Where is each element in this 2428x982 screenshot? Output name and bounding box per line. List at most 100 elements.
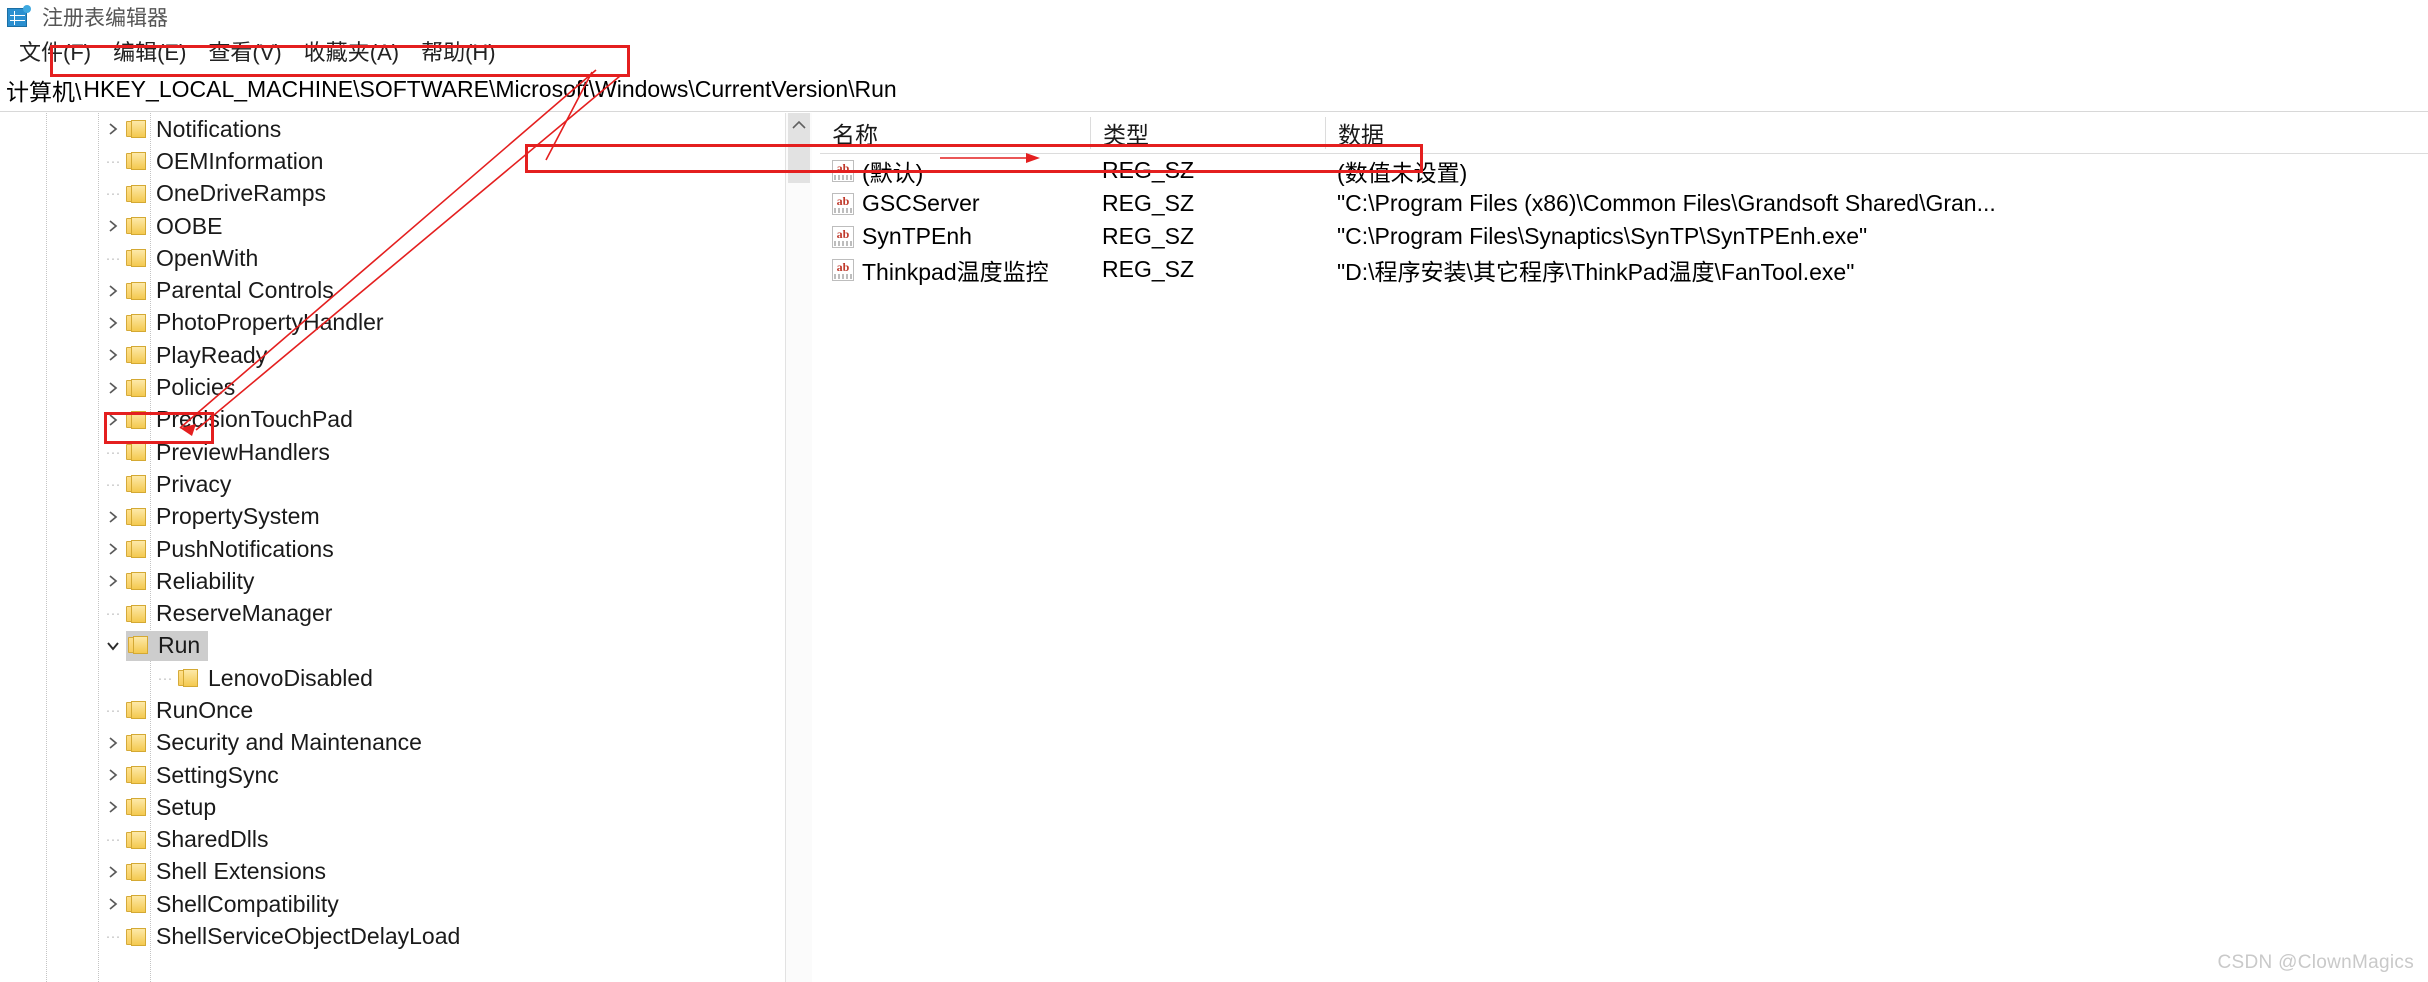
tree-item-run[interactable]: Run [0,630,812,662]
column-header-name[interactable]: 名称 [820,117,1090,149]
tree-item-oobe[interactable]: OOBE [0,210,812,242]
chevron-right-icon[interactable] [100,315,126,331]
address-bar[interactable]: 计算机\ HKEY_LOCAL_MACHINE\SOFTWARE\Microso… [0,68,2428,112]
pane-splitter[interactable] [813,113,819,982]
tree-item-content[interactable]: LenovoDisabled [178,665,373,692]
tree-item-content[interactable]: ShellServiceObjectDelayLoad [126,923,460,950]
chevron-right-icon[interactable] [100,735,126,751]
chevron-right-icon[interactable] [100,412,126,428]
value-name-cell[interactable]: ab SynTPEnh [820,223,1090,250]
tree-item-photopropertyhandler[interactable]: PhotoPropertyHandler [0,307,812,339]
tree-item-lenovodisabled[interactable]: ··· LenovoDisabled [0,662,812,694]
menu-item-favorites[interactable]: 收藏夹(A) [293,35,410,67]
table-row[interactable]: ab SynTPEnh REG_SZ "C:\Program Files\Synapt… [820,220,2428,253]
tree-item-playready[interactable]: PlayReady [0,339,812,371]
tree-item-runonce[interactable]: ··· RunOnce [0,694,812,726]
tree-item-content[interactable]: Shell Extensions [126,858,326,885]
table-row[interactable]: ab Thinkpad温度监控 REG_SZ "D:\程序安装\其它程序\ThinkP… [820,253,2428,286]
tree-item-parental-controls[interactable]: Parental Controls [0,274,812,306]
chevron-down-icon[interactable] [100,640,126,652]
tree-guide-stub: ··· [105,443,121,461]
chevron-right-icon[interactable] [100,509,126,525]
value-data-cell: "C:\Program Files (x86)\Common Files\Gra… [1337,190,1996,216]
registry-tree-pane[interactable]: Notifications ··· OEMInformation ··· OneDriv… [0,113,812,982]
table-row[interactable]: ab (默认) REG_SZ (数值未设置) [820,154,2428,187]
tree-item-settingsync[interactable]: SettingSync [0,759,812,791]
chevron-right-icon[interactable] [100,767,126,783]
column-header-data[interactable]: 数据 [1325,117,2428,149]
tree-vertical-scrollbar[interactable] [785,113,812,982]
tree-item-policies[interactable]: Policies [0,371,812,403]
tree-item-content[interactable]: Security and Maintenance [126,729,422,756]
tree-item-content[interactable]: Setup [126,794,216,821]
chevron-right-icon[interactable] [100,541,126,557]
tree-item-propertysystem[interactable]: PropertySystem [0,501,812,533]
tree-item-content[interactable]: PlayReady [126,342,267,369]
table-row[interactable]: ab GSCServer REG_SZ "C:\Program Files (x86)… [820,187,2428,220]
tree-item-content[interactable]: PrecisionTouchPad [126,406,353,433]
tree-item-notifications[interactable]: Notifications [0,113,812,145]
registry-values-pane[interactable]: 名称 类型 数据 ab (默认) REG_SZ (数值未设置) ab GSCServer R… [820,113,2428,982]
folder-icon [126,798,147,817]
chevron-right-icon[interactable] [100,283,126,299]
tree-item-content[interactable]: PropertySystem [126,503,320,530]
tree-item-setup[interactable]: Setup [0,791,812,823]
registry-values-list[interactable]: ab (默认) REG_SZ (数值未设置) ab GSCServer REG_SZ "C:\… [820,154,2428,286]
address-path[interactable]: HKEY_LOCAL_MACHINE\SOFTWARE\Microsoft\Wi… [81,76,896,103]
folder-icon [126,249,147,268]
tree-item-shellcompatibility[interactable]: ShellCompatibility [0,888,812,920]
chevron-right-icon[interactable] [100,380,126,396]
menu-item-help[interactable]: 帮助(H) [410,35,507,67]
tree-item-content[interactable]: OpenWith [126,245,258,272]
chevron-right-icon[interactable] [100,799,126,815]
tree-item-shellserviceobjectdelayload[interactable]: ··· ShellServiceObjectDelayLoad [0,920,812,952]
tree-item-reliability[interactable]: Reliability [0,565,812,597]
tree-guide-stub: ··· [105,475,121,493]
value-name-cell[interactable]: ab GSCServer [820,190,1090,217]
tree-item-content[interactable]: SettingSync [126,762,279,789]
tree-item-content[interactable]: Privacy [126,471,231,498]
tree-item-content[interactable]: ReserveManager [126,600,332,627]
tree-item-content[interactable]: OEMInformation [126,148,323,175]
value-name-cell[interactable]: ab (默认) [820,154,1090,188]
chevron-right-icon[interactable] [100,864,126,880]
address-prefix: 计算机\ [6,78,82,105]
menu-item-edit[interactable]: 编辑(E) [102,35,197,67]
tree-item-privacy[interactable]: ··· Privacy [0,468,812,500]
tree-item-precisiontouchpad[interactable]: PrecisionTouchPad [0,404,812,436]
chevron-right-icon[interactable] [100,347,126,363]
value-name-cell[interactable]: ab Thinkpad温度监控 [820,253,1090,287]
tree-item-previewhandlers[interactable]: ··· PreviewHandlers [0,436,812,468]
registry-tree[interactable]: Notifications ··· OEMInformation ··· OneDriv… [0,113,812,953]
chevron-right-icon[interactable] [100,573,126,589]
tree-item-content[interactable]: OOBE [126,213,222,240]
tree-item-content[interactable]: Parental Controls [126,277,334,304]
tree-item-content[interactable]: Reliability [126,568,254,595]
chevron-right-icon[interactable] [100,896,126,912]
tree-item-content[interactable]: PreviewHandlers [126,439,330,466]
menu-item-view[interactable]: 查看(V) [197,35,292,67]
menu-item-file[interactable]: 文件(F) [8,35,102,67]
tree-item-shareddlls[interactable]: ··· SharedDlls [0,824,812,856]
tree-item-content[interactable]: PushNotifications [126,536,334,563]
tree-item-security-and-maintenance[interactable]: Security and Maintenance [0,727,812,759]
tree-item-content[interactable]: PhotoPropertyHandler [126,309,384,336]
tree-item-content[interactable]: Run [126,630,209,661]
tree-item-label: LenovoDisabled [208,664,373,691]
tree-item-content[interactable]: RunOnce [126,697,253,724]
tree-item-content[interactable]: Policies [126,374,235,401]
tree-item-content[interactable]: ShellCompatibility [126,891,339,918]
tree-item-pushnotifications[interactable]: PushNotifications [0,533,812,565]
column-header-type[interactable]: 类型 [1090,117,1325,149]
tree-item-content[interactable]: OneDriveRamps [126,180,326,207]
tree-item-oeminformation[interactable]: ··· OEMInformation [0,145,812,177]
chevron-right-icon[interactable] [100,218,126,234]
tree-item-onedriveramps[interactable]: ··· OneDriveRamps [0,178,812,210]
chevron-right-icon[interactable] [100,121,126,137]
tree-item-openwith[interactable]: ··· OpenWith [0,242,812,274]
chevron-up-icon[interactable] [786,113,812,139]
tree-item-content[interactable]: Notifications [126,116,281,143]
tree-item-content[interactable]: SharedDlls [126,826,269,853]
tree-item-shell-extensions[interactable]: Shell Extensions [0,856,812,888]
tree-item-reservemanager[interactable]: ··· ReserveManager [0,597,812,629]
